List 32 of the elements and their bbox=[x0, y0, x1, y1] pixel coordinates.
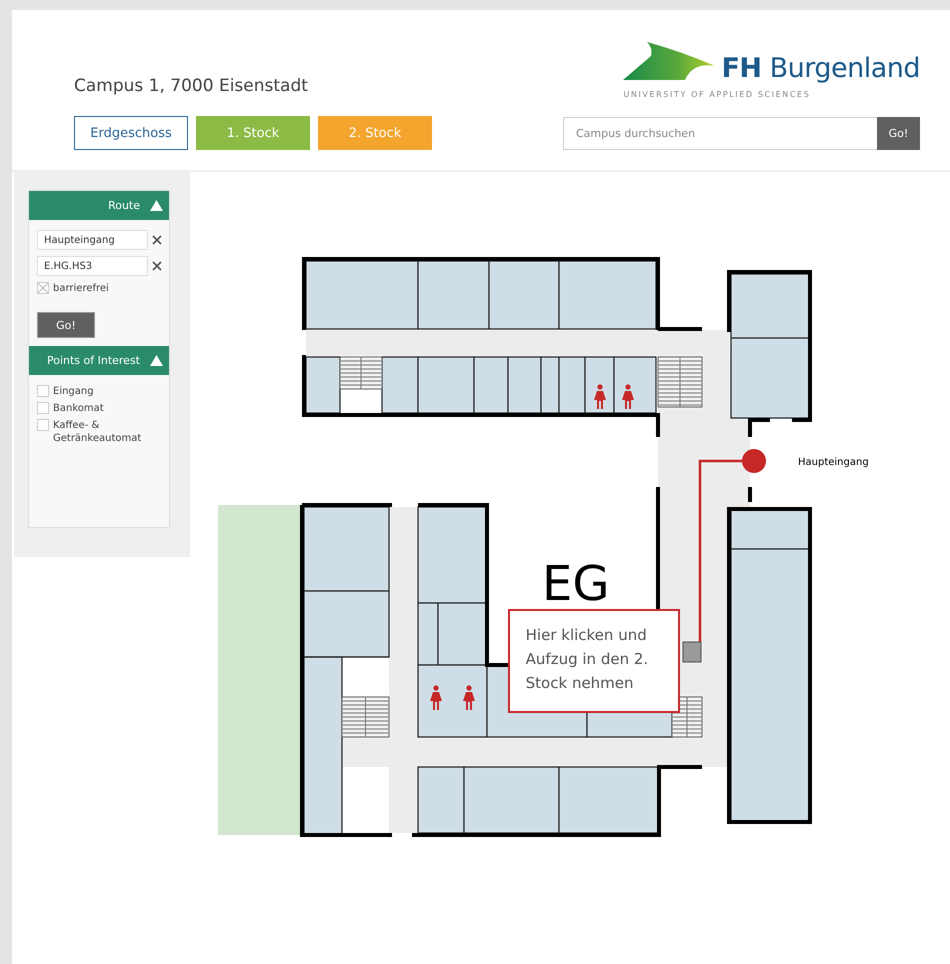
logo-icon bbox=[623, 42, 716, 82]
checkbox[interactable] bbox=[37, 402, 49, 414]
campus-title: Campus 1, 7000 Eisenstadt bbox=[74, 76, 308, 96]
destination-field[interactable]: E.HG.HS3 bbox=[37, 256, 148, 276]
search-field[interactable]: Campus durchsuchen bbox=[563, 117, 877, 150]
checkbox-label: barrierefrei bbox=[53, 282, 109, 294]
restroom-icon bbox=[430, 685, 442, 710]
restroom-icon bbox=[622, 384, 634, 409]
callout-text[interactable]: Hier klicken und Aufzug in den 2. Stock nehmen bbox=[508, 609, 680, 713]
checkbox[interactable] bbox=[37, 419, 49, 431]
panel-title[interactable]: Route bbox=[108, 199, 140, 212]
poi-label: Eingang bbox=[53, 385, 95, 398]
entrance-label: Haupteingang bbox=[798, 457, 868, 468]
route-go-button[interactable]: Go! bbox=[37, 312, 95, 338]
clear-icon[interactable] bbox=[152, 235, 162, 245]
clear-icon[interactable] bbox=[152, 261, 162, 271]
checkbox[interactable] bbox=[37, 282, 49, 294]
collapse-icon[interactable] bbox=[150, 200, 163, 211]
poi-label: Bankomat bbox=[53, 402, 105, 415]
elevator-icon[interactable] bbox=[682, 642, 702, 662]
start-field[interactable]: Haupteingang bbox=[37, 230, 148, 250]
collapse-icon[interactable] bbox=[150, 355, 163, 366]
search-button[interactable]: Go! bbox=[877, 117, 920, 150]
logo-text: FH Burgenland bbox=[721, 55, 920, 82]
location-marker bbox=[742, 449, 766, 473]
floor-label: EG bbox=[542, 556, 610, 612]
checkbox[interactable] bbox=[37, 385, 49, 397]
floor-tab[interactable]: Erdgeschoss bbox=[74, 116, 188, 150]
poi-label: Kaffee- & Getränkeautomat bbox=[53, 419, 142, 445]
restroom-icon bbox=[462, 685, 475, 710]
logo-tagline: UNIVERSITY OF APPLIED SCIENCES bbox=[623, 90, 810, 99]
restroom-icon bbox=[594, 384, 606, 409]
